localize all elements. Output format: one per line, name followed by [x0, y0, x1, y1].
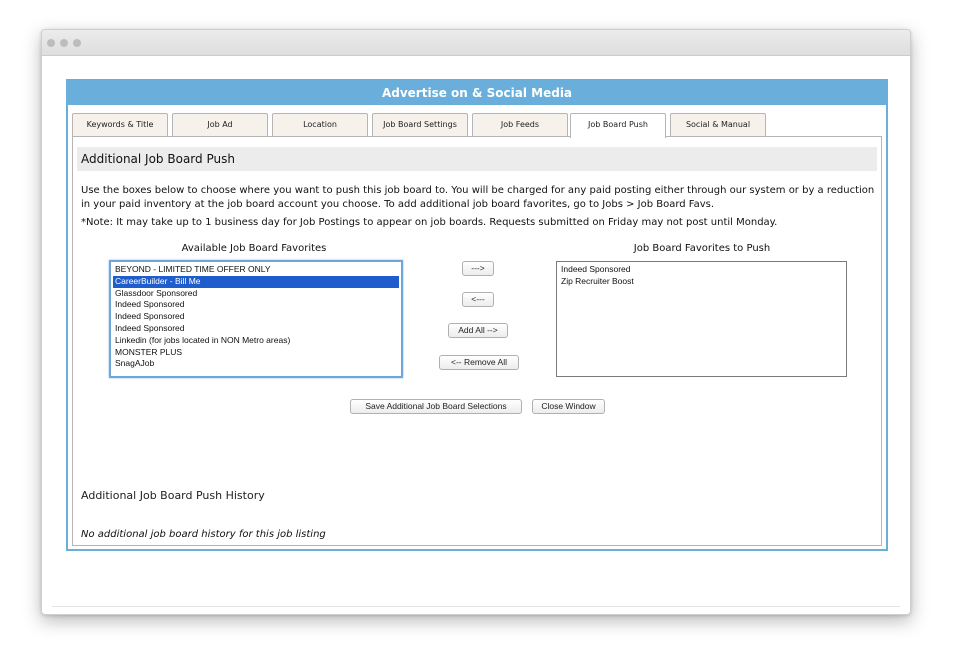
- browser-window: Advertise on & Social Media Keywords & T…: [41, 29, 911, 615]
- available-list-label: Available Job Board Favorites: [181, 243, 327, 254]
- section-description: Use the boxes below to choose where you …: [81, 185, 875, 210]
- tab-bar: Keywords & Title Job Ad Location Job Boa…: [72, 113, 882, 138]
- section-note: *Note: It may take up to 1 business day …: [81, 217, 778, 228]
- tab-job-feeds[interactable]: Job Feeds: [472, 113, 568, 136]
- tab-job-ad[interactable]: Job Ad: [172, 113, 268, 136]
- list-item[interactable]: Indeed Sponsored: [559, 264, 844, 276]
- list-item[interactable]: Indeed Sponsored: [113, 311, 399, 323]
- history-empty-text: No additional job board history for this…: [81, 529, 326, 540]
- list-item[interactable]: SnagAJob: [113, 358, 399, 370]
- push-list-label: Job Board Favorites to Push: [633, 243, 771, 254]
- minimize-window-icon[interactable]: [60, 39, 68, 47]
- panel-title: Advertise on & Social Media: [68, 81, 886, 105]
- advertise-panel: Advertise on & Social Media Keywords & T…: [66, 79, 888, 551]
- move-left-button[interactable]: <---: [462, 292, 494, 307]
- maximize-window-icon[interactable]: [73, 39, 81, 47]
- list-item[interactable]: Indeed Sponsored: [113, 299, 399, 311]
- section-title: Additional Job Board Push: [77, 147, 877, 171]
- add-all-button[interactable]: Add All -->: [448, 323, 508, 338]
- list-item[interactable]: BEYOND - LIMITED TIME OFFER ONLY: [113, 264, 399, 276]
- divider: [52, 606, 900, 607]
- tab-job-board-settings[interactable]: Job Board Settings: [372, 113, 468, 136]
- tab-keywords-title[interactable]: Keywords & Title: [72, 113, 168, 136]
- list-item[interactable]: Linkedin (for jobs located in NON Metro …: [113, 335, 399, 347]
- push-job-boards-list[interactable]: Indeed Sponsored Zip Recruiter Boost: [556, 261, 847, 377]
- close-window-icon[interactable]: [47, 39, 55, 47]
- close-window-button[interactable]: Close Window: [532, 399, 605, 414]
- remove-all-button[interactable]: <-- Remove All: [439, 355, 519, 370]
- save-selections-button[interactable]: Save Additional Job Board Selections: [350, 399, 522, 414]
- list-item[interactable]: Glassdoor Sponsored: [113, 288, 399, 300]
- move-right-button[interactable]: --->: [462, 261, 494, 276]
- list-item[interactable]: CareerBuilder - Bill Me: [113, 275, 399, 288]
- tab-content: Additional Job Board Push Use the boxes …: [72, 136, 882, 546]
- list-item[interactable]: MONSTER PLUS: [113, 347, 399, 359]
- window-titlebar: [42, 30, 910, 56]
- tab-job-board-push[interactable]: Job Board Push: [570, 113, 666, 138]
- list-item[interactable]: Zip Recruiter Boost: [559, 276, 844, 288]
- tab-social-manual[interactable]: Social & Manual: [670, 113, 766, 136]
- list-item[interactable]: Indeed Sponsored: [113, 323, 399, 335]
- available-job-boards-list[interactable]: BEYOND - LIMITED TIME OFFER ONLY CareerB…: [109, 260, 403, 378]
- tab-location[interactable]: Location: [272, 113, 368, 136]
- history-title: Additional Job Board Push History: [81, 489, 265, 502]
